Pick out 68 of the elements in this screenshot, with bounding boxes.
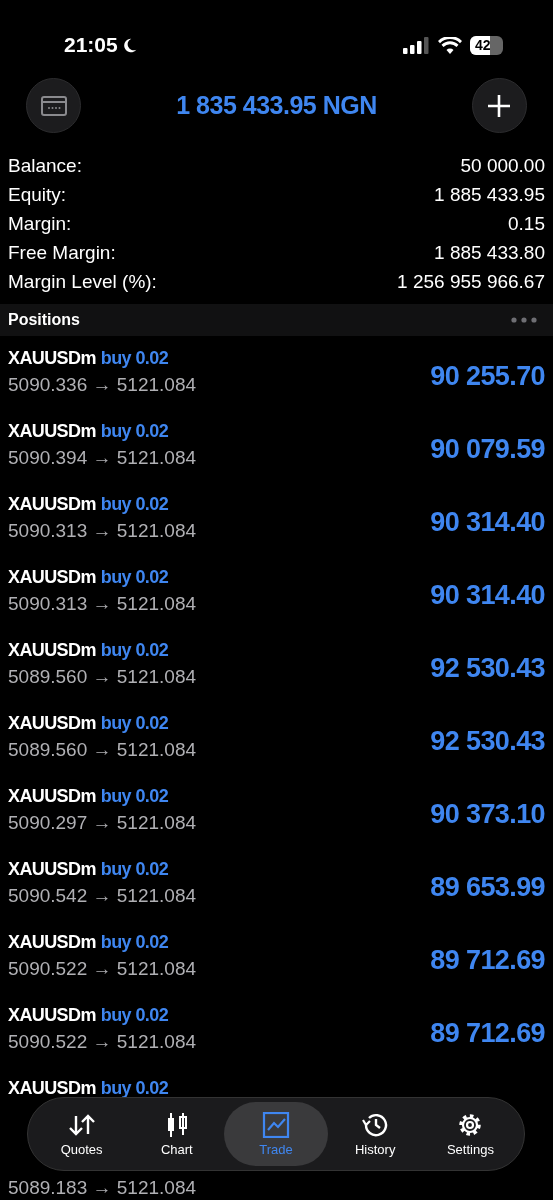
position-prices: 5090.522 → 5121.084 [8, 1031, 197, 1053]
position-profit: 89 712.69 [430, 1018, 545, 1049]
summary-label: Free Margin: [8, 241, 116, 264]
position-prices: 5089.560 → 5121.084 [8, 666, 197, 688]
plus-icon [486, 92, 513, 119]
summary-value: 1 885 433.95 [434, 183, 545, 206]
summary-label: Margin Level (%): [8, 270, 157, 293]
position-symbol: XAUUSDm [8, 640, 96, 662]
position-side: buy 0.02 [100, 1078, 169, 1100]
position-side: buy 0.02 [100, 421, 169, 443]
position-side: buy 0.02 [100, 348, 169, 370]
battery-indicator: 42 [470, 35, 503, 55]
position-symbol: XAUUSDm [8, 494, 96, 516]
summary-label: Equity: [8, 183, 67, 206]
position-profit: 90 079.59 [430, 434, 545, 465]
summary-label: Balance: [8, 154, 82, 177]
position-symbol: XAUUSDm [8, 932, 96, 954]
position-symbol: XAUUSDm [8, 1078, 96, 1100]
position-side: buy 0.02 [100, 859, 169, 881]
position-profit: 92 530.43 [430, 726, 545, 757]
position-prices: 5090.313 → 5121.084 [8, 520, 197, 542]
card-icon [40, 95, 67, 116]
position-profit: 90 373.10 [430, 799, 545, 830]
position-prices: 5089.183 → 5121.084 [8, 1177, 197, 1199]
position-symbol: XAUUSDm [8, 786, 96, 808]
position-side: buy 0.02 [100, 1005, 169, 1027]
position-symbol: XAUUSDm [8, 713, 96, 735]
position-side: buy 0.02 [100, 640, 169, 662]
status-time: 21:05 [64, 33, 118, 57]
line-chart-icon [262, 1111, 290, 1138]
tab[interactable]: History [327, 1102, 423, 1166]
summary-label: Margin: [8, 212, 72, 235]
position-symbol: XAUUSDm [8, 348, 96, 370]
wifi-icon [438, 36, 462, 54]
position-side: buy 0.02 [100, 494, 169, 516]
position-side: buy 0.02 [100, 567, 169, 589]
summary-value: 1 885 433.80 [434, 241, 545, 264]
tab[interactable]: Chart [129, 1102, 225, 1166]
section-title: Positions [8, 311, 80, 329]
position-side: buy 0.02 [100, 786, 169, 808]
position-prices: 5090.313 → 5121.084 [8, 593, 197, 615]
history-icon [361, 1111, 390, 1138]
position-profit: 89 653.99 [430, 872, 545, 903]
more-icon[interactable] [511, 317, 537, 323]
position-profit: 89 712.69 [430, 945, 545, 976]
position-symbol: XAUUSDm [8, 421, 96, 443]
signal-icon [403, 36, 430, 54]
tab[interactable]: Quotes [34, 1102, 130, 1166]
position-symbol: XAUUSDm [8, 859, 96, 881]
position-symbol: XAUUSDm [8, 567, 96, 589]
position-profit: 92 530.43 [430, 653, 545, 684]
position-prices: 5090.542 → 5121.084 [8, 885, 197, 907]
position-prices: 5090.522 → 5121.084 [8, 958, 197, 980]
summary-value: 1 256 955 966.67 [397, 270, 545, 293]
position-profit: 90 314.40 [430, 580, 545, 611]
position-profit: 90 314.40 [430, 507, 545, 538]
position-prices: 5090.394 → 5121.084 [8, 447, 197, 469]
position-side: buy 0.02 [100, 932, 169, 954]
account-balance-title: 1 835 433.95 NGN [176, 91, 377, 120]
position-prices: 5089.560 → 5121.084 [8, 739, 197, 761]
position-prices: 5090.336 → 5121.084 [8, 374, 197, 396]
tab[interactable]: Settings [422, 1102, 518, 1166]
summary-value: 0.15 [508, 212, 545, 235]
position-side: buy 0.02 [100, 713, 169, 735]
position-profit: 90 255.70 [430, 361, 545, 392]
position-prices: 5090.297 → 5121.084 [8, 812, 197, 834]
position-symbol: XAUUSDm [8, 1005, 96, 1027]
summary-value: 50 000.00 [460, 154, 545, 177]
